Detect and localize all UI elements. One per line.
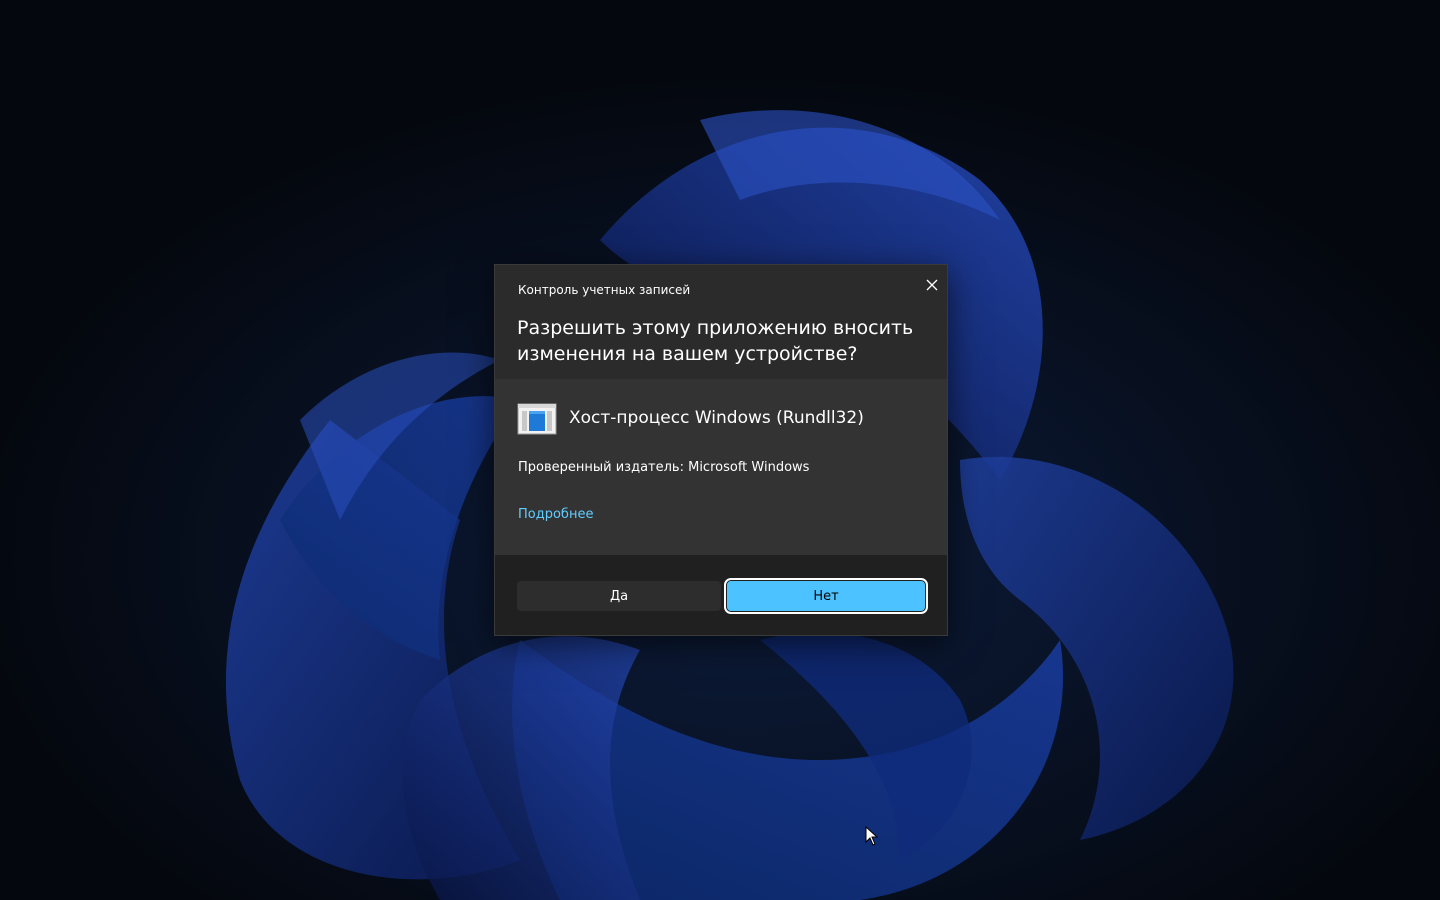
dialog-caption: Контроль учетных записей <box>518 283 691 297</box>
dialog-footer: Да Нет <box>495 555 947 635</box>
no-button[interactable]: Нет <box>724 578 928 614</box>
window-app-icon <box>517 403 557 435</box>
app-name: Хост-процесс Windows (Rundll32) <box>569 408 864 428</box>
details-link[interactable]: Подробнее <box>518 507 593 522</box>
yes-button[interactable]: Да <box>517 581 721 611</box>
mouse-cursor-icon <box>865 826 879 846</box>
dialog-question: Разрешить этому приложению вносить измен… <box>517 317 914 365</box>
close-button[interactable] <box>919 272 945 298</box>
dialog-header: Контроль учетных записей Разрешить этому… <box>495 265 947 379</box>
dialog-body: Хост-процесс Windows (Rundll32) Проверен… <box>495 379 947 555</box>
desktop: Контроль учетных записей Разрешить этому… <box>0 0 1440 900</box>
uac-dialog: Контроль учетных записей Разрешить этому… <box>494 264 948 636</box>
close-icon <box>926 279 938 291</box>
publisher-line: Проверенный издатель: Microsoft Windows <box>518 460 810 475</box>
